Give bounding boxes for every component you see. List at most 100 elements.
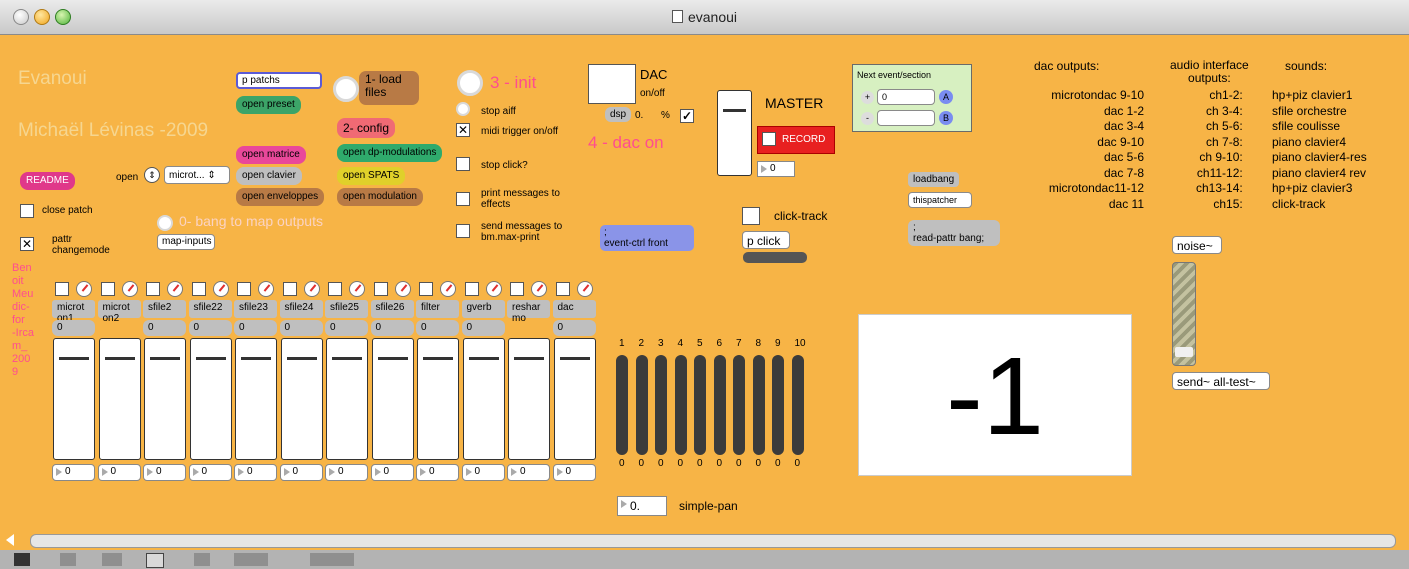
dac-check[interactable]: ✓ [680,109,694,123]
read-pattr-message[interactable]: ; read-pattr bang; [908,220,1000,246]
load-bang[interactable] [333,76,359,102]
open-preset-button[interactable]: open preset [236,96,301,114]
dac-toggle[interactable] [588,64,636,104]
channel-fader-knob[interactable] [377,357,408,360]
channel-fader-number[interactable]: 0 [416,464,459,481]
channel-mute-checkbox[interactable] [282,282,297,296]
horizontal-scrollbar[interactable] [0,530,1409,550]
send-all-test-object[interactable]: send~ all-test~ [1172,372,1270,390]
channel-mute-checkbox[interactable] [510,282,524,296]
channel-fader[interactable] [98,338,141,460]
p-patchs-object[interactable]: p patchs [236,72,322,89]
channel-fader-knob[interactable] [241,357,271,360]
channel-fader[interactable] [417,338,459,460]
channel-mute-checkbox[interactable] [328,282,342,296]
master-fader-knob[interactable] [723,109,746,112]
p-click-object[interactable]: p click [742,231,790,249]
event-ctrl-front-message[interactable]: ; event-ctrl front [600,225,694,251]
open-dp-modulations-button[interactable]: open dp-modulations [337,144,443,162]
midi-trigger-checkbox[interactable]: ✕ [456,123,470,137]
pattr-checkbox[interactable]: ✕ [20,237,34,251]
open-enveloppes-button[interactable]: open enveloppes [236,188,325,206]
click-track-checkbox[interactable] [742,207,760,225]
open-matrice-button[interactable]: open matrice [236,146,306,164]
next-a-button[interactable]: A [939,90,953,104]
scroll-left-arrow-icon[interactable] [6,534,14,546]
open-modulation-button[interactable]: open modulation [337,188,423,206]
grid-icon[interactable] [146,553,164,568]
readme-button[interactable]: README [20,172,75,190]
channel-fader-number[interactable]: 0 [325,464,368,481]
channel-fader-knob[interactable] [514,357,544,360]
channel-fader-number[interactable]: 0 [143,464,186,481]
debug-icon[interactable] [310,553,354,566]
next-minus-button[interactable]: - [861,112,874,125]
channel-mute-checkbox[interactable] [100,282,115,296]
noise-object[interactable]: noise~ [1172,236,1222,254]
channel-dial[interactable] [212,281,229,297]
patcher-icon[interactable] [102,553,122,566]
channel-fader-knob[interactable] [150,357,180,360]
channel-fader[interactable] [280,338,323,460]
next-b-button[interactable]: B [939,111,953,125]
next-event-select[interactable]: 0 [877,89,935,105]
channel-dial[interactable] [76,281,92,297]
align-icon[interactable] [234,553,268,566]
channel-fader[interactable] [189,338,232,460]
open-spats-button[interactable]: open SPATS [337,167,406,185]
channel-fader[interactable] [53,338,95,460]
channel-fader-number[interactable]: 0 [461,464,505,481]
master-number[interactable]: 0 [757,161,795,177]
channel-fader[interactable] [462,338,505,460]
stop-click-checkbox[interactable] [456,157,470,171]
channel-fader-number[interactable]: 0 [507,464,550,481]
channel-dial[interactable] [440,281,456,297]
channel-fader-number[interactable]: 0 [188,464,232,481]
channel-mute-checkbox[interactable] [555,282,570,296]
channel-dial[interactable] [349,281,365,297]
close-patch-checkbox[interactable] [20,204,34,218]
channel-dial[interactable] [167,281,183,297]
dsp-button[interactable]: dsp [605,107,632,122]
channel-fader-knob[interactable] [332,357,362,360]
channel-fader-knob[interactable] [559,357,590,360]
channel-fader-knob[interactable] [286,357,317,360]
channel-mute-checkbox[interactable] [373,282,388,296]
channel-mute-checkbox[interactable] [419,282,433,296]
scrollbar-thumb[interactable] [30,534,1396,548]
channel-fader-knob[interactable] [195,357,226,360]
record-checkbox[interactable] [762,132,776,146]
channel-dial[interactable] [121,281,138,297]
thispatcher-object[interactable]: thispatcher [908,192,972,208]
next-plus-button[interactable]: + [861,91,874,104]
open-select[interactable]: microt... ⇕ [164,166,230,184]
channel-dial[interactable] [303,281,320,297]
loadbang-object[interactable]: loadbang [908,172,960,187]
stepper-icon[interactable]: ⇕ [144,167,160,183]
channel-fader-knob[interactable] [59,357,89,360]
init-bang[interactable] [457,70,483,96]
map-inputs-object[interactable]: map-inputs [157,234,215,250]
channel-fader-number[interactable]: 0 [52,464,95,481]
channel-mute-checkbox[interactable] [464,282,479,296]
pan-number[interactable]: 0. [617,496,667,516]
channel-dial[interactable] [394,281,411,297]
channel-dial[interactable] [485,281,502,297]
channel-fader-number[interactable]: 0 [370,464,414,481]
channel-fader[interactable] [553,338,596,460]
presentation-icon[interactable] [60,553,76,566]
channel-fader-knob[interactable] [423,357,453,360]
channel-fader-knob[interactable] [468,357,499,360]
send-messages-checkbox[interactable] [456,224,470,238]
channel-fader[interactable] [371,338,414,460]
channel-dial[interactable] [258,281,274,297]
channel-dial[interactable] [576,281,593,297]
stop-aiff-bang[interactable] [456,102,470,116]
channel-mute-checkbox[interactable] [146,282,160,296]
noise-gain-knob[interactable] [1175,347,1193,357]
load-files-button[interactable]: 1- load files [359,71,419,105]
channel-dial[interactable] [531,281,547,297]
channel-fader[interactable] [144,338,186,460]
next-section-select[interactable] [877,110,935,126]
record-button[interactable]: RECORD [757,126,835,154]
